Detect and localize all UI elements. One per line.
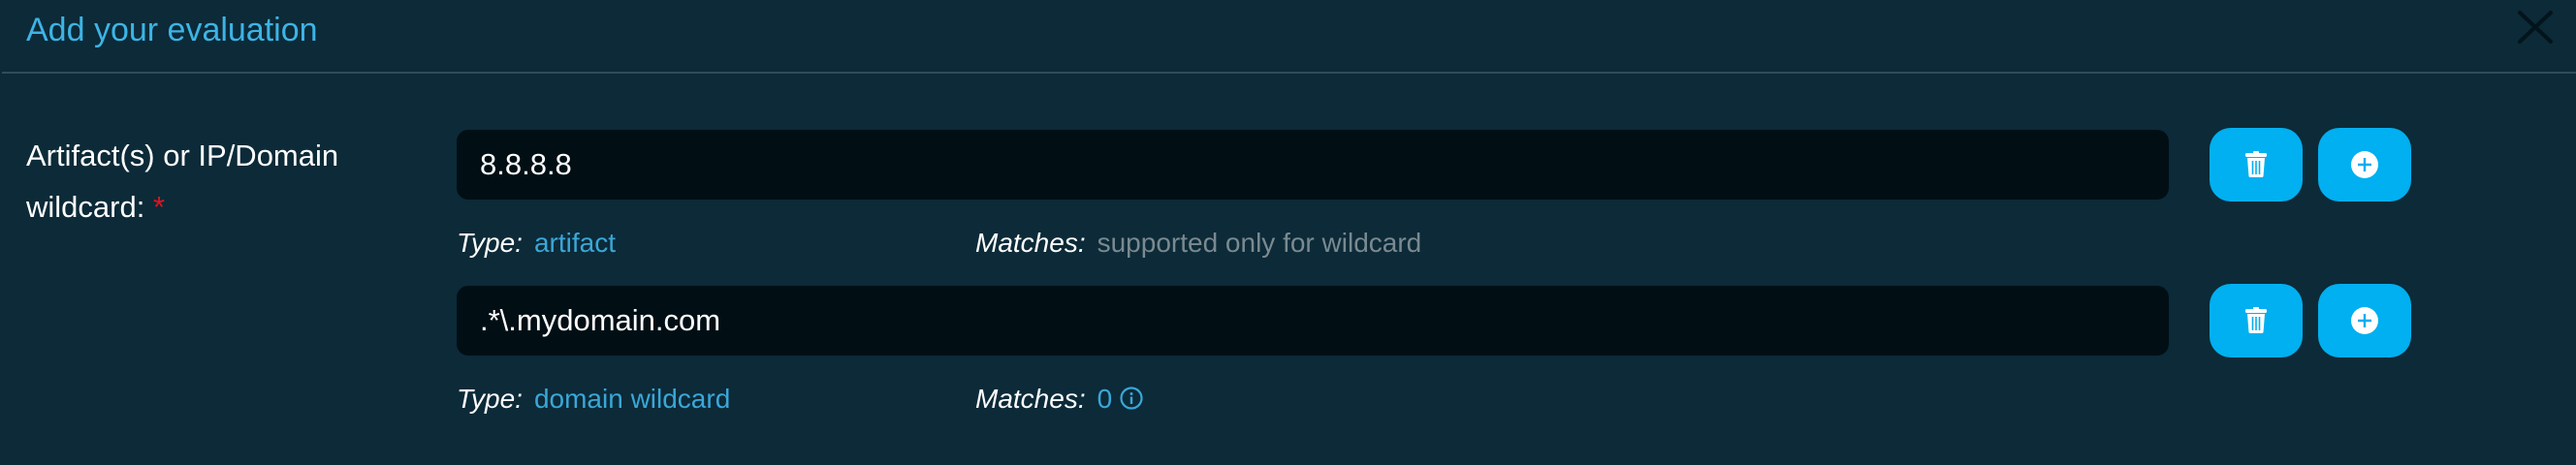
- plus-circle-icon: [2351, 307, 2378, 334]
- trash-icon: [2245, 151, 2267, 177]
- delete-button-2[interactable]: [2210, 284, 2303, 357]
- add-button-2[interactable]: [2318, 284, 2411, 357]
- delete-button-1[interactable]: [2210, 128, 2303, 202]
- type-info-1: Type: artifact: [457, 226, 616, 261]
- type-info-2: Type: domain wildcard: [457, 382, 730, 417]
- type-label: Type:: [457, 228, 523, 258]
- artifact-input-1[interactable]: [457, 130, 2169, 200]
- matches-info-1: Matches: supported only for wildcard: [975, 226, 1421, 261]
- matches-label: Matches:: [975, 228, 1086, 258]
- info-icon[interactable]: [1120, 384, 1143, 418]
- dialog-title: Add your evaluation: [26, 12, 318, 48]
- close-button[interactable]: [2517, 10, 2554, 45]
- field-label-text: Artifact(s) or IP/Domain wildcard:: [26, 139, 339, 224]
- matches-label: Matches:: [975, 384, 1086, 414]
- trash-icon: [2245, 307, 2267, 333]
- close-icon: [2518, 11, 2553, 44]
- type-value: domain wildcard: [533, 384, 731, 414]
- matches-info-2: Matches: 0: [975, 382, 1143, 418]
- artifact-input-2[interactable]: [457, 286, 2169, 356]
- header-divider: [2, 72, 2576, 74]
- add-button-1[interactable]: [2318, 128, 2411, 202]
- type-value: artifact: [533, 228, 616, 258]
- required-mark: *: [152, 190, 166, 224]
- plus-circle-icon: [2351, 151, 2378, 178]
- type-label: Type:: [457, 384, 523, 414]
- matches-value: supported only for wildcard: [1097, 228, 1422, 258]
- matches-value: 0: [1097, 384, 1113, 414]
- field-label: Artifact(s) or IP/Domain wildcard: *: [26, 130, 414, 232]
